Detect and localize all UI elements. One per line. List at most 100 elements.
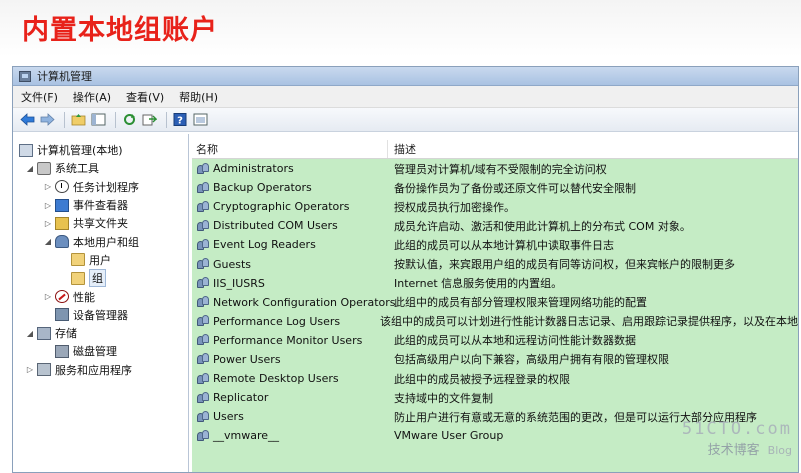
collapsed-arrow-icon[interactable]: ▷ bbox=[43, 182, 53, 191]
group-name: Performance Log Users bbox=[213, 314, 341, 328]
watermark: 51CTO.com 技术博客 Blog bbox=[682, 419, 792, 458]
group-icon bbox=[197, 238, 210, 251]
tree-item-local-users-groups[interactable]: ◢ 本地用户和组 bbox=[13, 232, 188, 250]
table-row[interactable]: Guests 按默认值，来宾跟用户组的成员有同等访问权，但来宾帐户的限制更多 bbox=[192, 254, 798, 273]
watermark-subtitle: 技术博客 bbox=[707, 443, 760, 458]
group-description: 包括高级用户以向下兼容，高级用户拥有有限的管理权限 bbox=[394, 353, 669, 367]
forward-icon[interactable] bbox=[39, 111, 56, 128]
computer-management-icon bbox=[19, 70, 31, 82]
group-icon bbox=[197, 181, 210, 194]
tree-item-task-scheduler[interactable]: ▷ 任务计划程序 bbox=[13, 178, 188, 196]
table-row[interactable]: Performance Monitor Users 此组的成员可以从本地和远程访问… bbox=[192, 331, 798, 350]
cell-name: Event Log Readers bbox=[192, 238, 388, 251]
window-title: 计算机管理 bbox=[37, 70, 92, 83]
group-description: 此组的成员可以从本地计算机中读取事件日志 bbox=[394, 238, 614, 252]
refresh-icon[interactable] bbox=[121, 111, 138, 128]
menu-action[interactable]: 操作(A) bbox=[73, 89, 111, 105]
device-manager-icon bbox=[55, 308, 69, 322]
tree-item-services-apps[interactable]: ▷ 服务和应用程序 bbox=[13, 361, 188, 379]
group-description: 此组中的成员被授予远程登录的权限 bbox=[394, 372, 570, 386]
navigation-tree: 计算机管理(本地) ◢ 系统工具 ▷ 任务计划程序 ▷ 事件查看器 ▷ 共享文件… bbox=[13, 134, 189, 472]
cell-name: Replicator bbox=[192, 391, 388, 404]
cell-name: Users bbox=[192, 410, 388, 423]
table-row[interactable]: Remote Desktop Users 此组中的成员被授予远程登录的权限 bbox=[192, 369, 798, 388]
group-name: Users bbox=[213, 410, 244, 424]
toolbar-separator bbox=[115, 111, 116, 128]
tree-label: 本地用户和组 bbox=[73, 235, 139, 249]
tools-icon bbox=[37, 161, 51, 175]
group-name: Administrators bbox=[213, 162, 294, 176]
table-row[interactable]: Cryptographic Operators 授权成员执行加密操作。 bbox=[192, 197, 798, 216]
tree-item-users[interactable]: 用户 bbox=[13, 251, 188, 269]
tree-item-performance[interactable]: ▷ 性能 bbox=[13, 287, 188, 305]
group-name: __vmware__ bbox=[213, 429, 280, 443]
table-row[interactable]: Performance Log Users 该组中的成员可以计划进行性能计数器日志… bbox=[192, 312, 798, 331]
show-hide-tree-icon[interactable] bbox=[90, 111, 107, 128]
group-icon bbox=[197, 315, 210, 327]
column-header-description[interactable]: 描述 bbox=[388, 141, 416, 157]
group-description: 此组的成员可以从本地和远程访问性能计数器数据 bbox=[394, 334, 636, 348]
group-description: 支持域中的文件复制 bbox=[394, 391, 493, 405]
tree-label: 任务计划程序 bbox=[73, 180, 139, 194]
group-icon bbox=[197, 334, 210, 346]
export-icon[interactable] bbox=[141, 111, 158, 128]
expanded-arrow-icon[interactable]: ◢ bbox=[43, 237, 53, 246]
toolbar: ? bbox=[13, 108, 798, 132]
menu-bar: 文件(F) 操作(A) 查看(V) 帮助(H) bbox=[13, 86, 798, 108]
table-row[interactable]: Administrators 管理员对计算机/域有不受限制的完全访问权 bbox=[192, 159, 798, 178]
tree-item-disk-management[interactable]: 磁盘管理 bbox=[13, 342, 188, 360]
table-row[interactable]: Backup Operators 备份操作员为了备份或还原文件可以替代安全限制 bbox=[192, 178, 798, 197]
cell-name: Power Users bbox=[192, 353, 388, 366]
event-log-icon bbox=[55, 198, 69, 212]
collapsed-arrow-icon[interactable]: ▷ bbox=[25, 365, 35, 374]
collapsed-arrow-icon[interactable]: ▷ bbox=[43, 201, 53, 210]
table-row[interactable]: IIS_IUSRS Internet 信息服务使用的内置组。 bbox=[192, 274, 798, 293]
shared-folder-icon bbox=[55, 216, 69, 230]
expanded-arrow-icon[interactable]: ◢ bbox=[25, 329, 35, 338]
disk-icon bbox=[55, 344, 69, 358]
storage-icon bbox=[37, 326, 51, 340]
collapsed-arrow-icon[interactable]: ▷ bbox=[43, 292, 53, 301]
help-icon[interactable]: ? bbox=[172, 111, 189, 128]
watermark-blog: Blog bbox=[767, 444, 792, 457]
group-icon bbox=[197, 162, 210, 175]
tree-label: 共享文件夹 bbox=[73, 217, 128, 231]
menu-view[interactable]: 查看(V) bbox=[126, 89, 164, 105]
table-row[interactable]: Network Configuration Operators 此组中的成员有部分… bbox=[192, 293, 798, 312]
cell-name: Guests bbox=[192, 258, 388, 271]
properties-icon[interactable] bbox=[192, 111, 209, 128]
tree-label: 组 bbox=[89, 269, 106, 288]
table-row[interactable]: Replicator 支持域中的文件复制 bbox=[192, 388, 798, 407]
folder-icon bbox=[71, 253, 85, 267]
back-icon[interactable] bbox=[19, 111, 36, 128]
cell-name: Cryptographic Operators bbox=[192, 200, 388, 213]
table-row[interactable]: Event Log Readers 此组的成员可以从本地计算机中读取事件日志 bbox=[192, 235, 798, 254]
tree-item-system-tools[interactable]: ◢ 系统工具 bbox=[13, 159, 188, 177]
tree-item-storage[interactable]: ◢ 存储 bbox=[13, 324, 188, 342]
table-row[interactable]: Power Users 包括高级用户以向下兼容，高级用户拥有有限的管理权限 bbox=[192, 350, 798, 369]
tree-label: 事件查看器 bbox=[73, 199, 128, 213]
group-icon bbox=[197, 258, 210, 270]
group-icon bbox=[197, 353, 210, 365]
tree-item-shared-folders[interactable]: ▷ 共享文件夹 bbox=[13, 214, 188, 232]
toolbar-separator bbox=[166, 111, 167, 128]
window-titlebar[interactable]: 计算机管理 bbox=[13, 67, 798, 86]
column-header-name[interactable]: 名称 bbox=[192, 140, 388, 158]
tree-root[interactable]: 计算机管理(本地) bbox=[13, 141, 188, 159]
group-description: 成员允许启动、激活和使用此计算机上的分布式 COM 对象。 bbox=[394, 219, 691, 233]
tree-label: 磁盘管理 bbox=[73, 345, 117, 359]
expanded-arrow-icon[interactable]: ◢ bbox=[25, 164, 35, 173]
group-icon bbox=[197, 429, 210, 442]
cell-name: Backup Operators bbox=[192, 181, 388, 194]
table-row[interactable]: Distributed COM Users 成员允许启动、激活和使用此计算机上的分… bbox=[192, 216, 798, 235]
collapsed-arrow-icon[interactable]: ▷ bbox=[43, 219, 53, 228]
menu-help[interactable]: 帮助(H) bbox=[179, 89, 218, 105]
tree-item-device-manager[interactable]: 设备管理器 bbox=[13, 306, 188, 324]
up-folder-icon[interactable] bbox=[70, 111, 87, 128]
group-icon bbox=[197, 296, 210, 308]
tree-label: 服务和应用程序 bbox=[55, 363, 132, 377]
tree-item-groups[interactable]: 组 bbox=[13, 269, 188, 288]
tree-item-event-viewer[interactable]: ▷ 事件查看器 bbox=[13, 196, 188, 214]
users-icon bbox=[55, 235, 69, 249]
menu-file[interactable]: 文件(F) bbox=[21, 89, 58, 105]
